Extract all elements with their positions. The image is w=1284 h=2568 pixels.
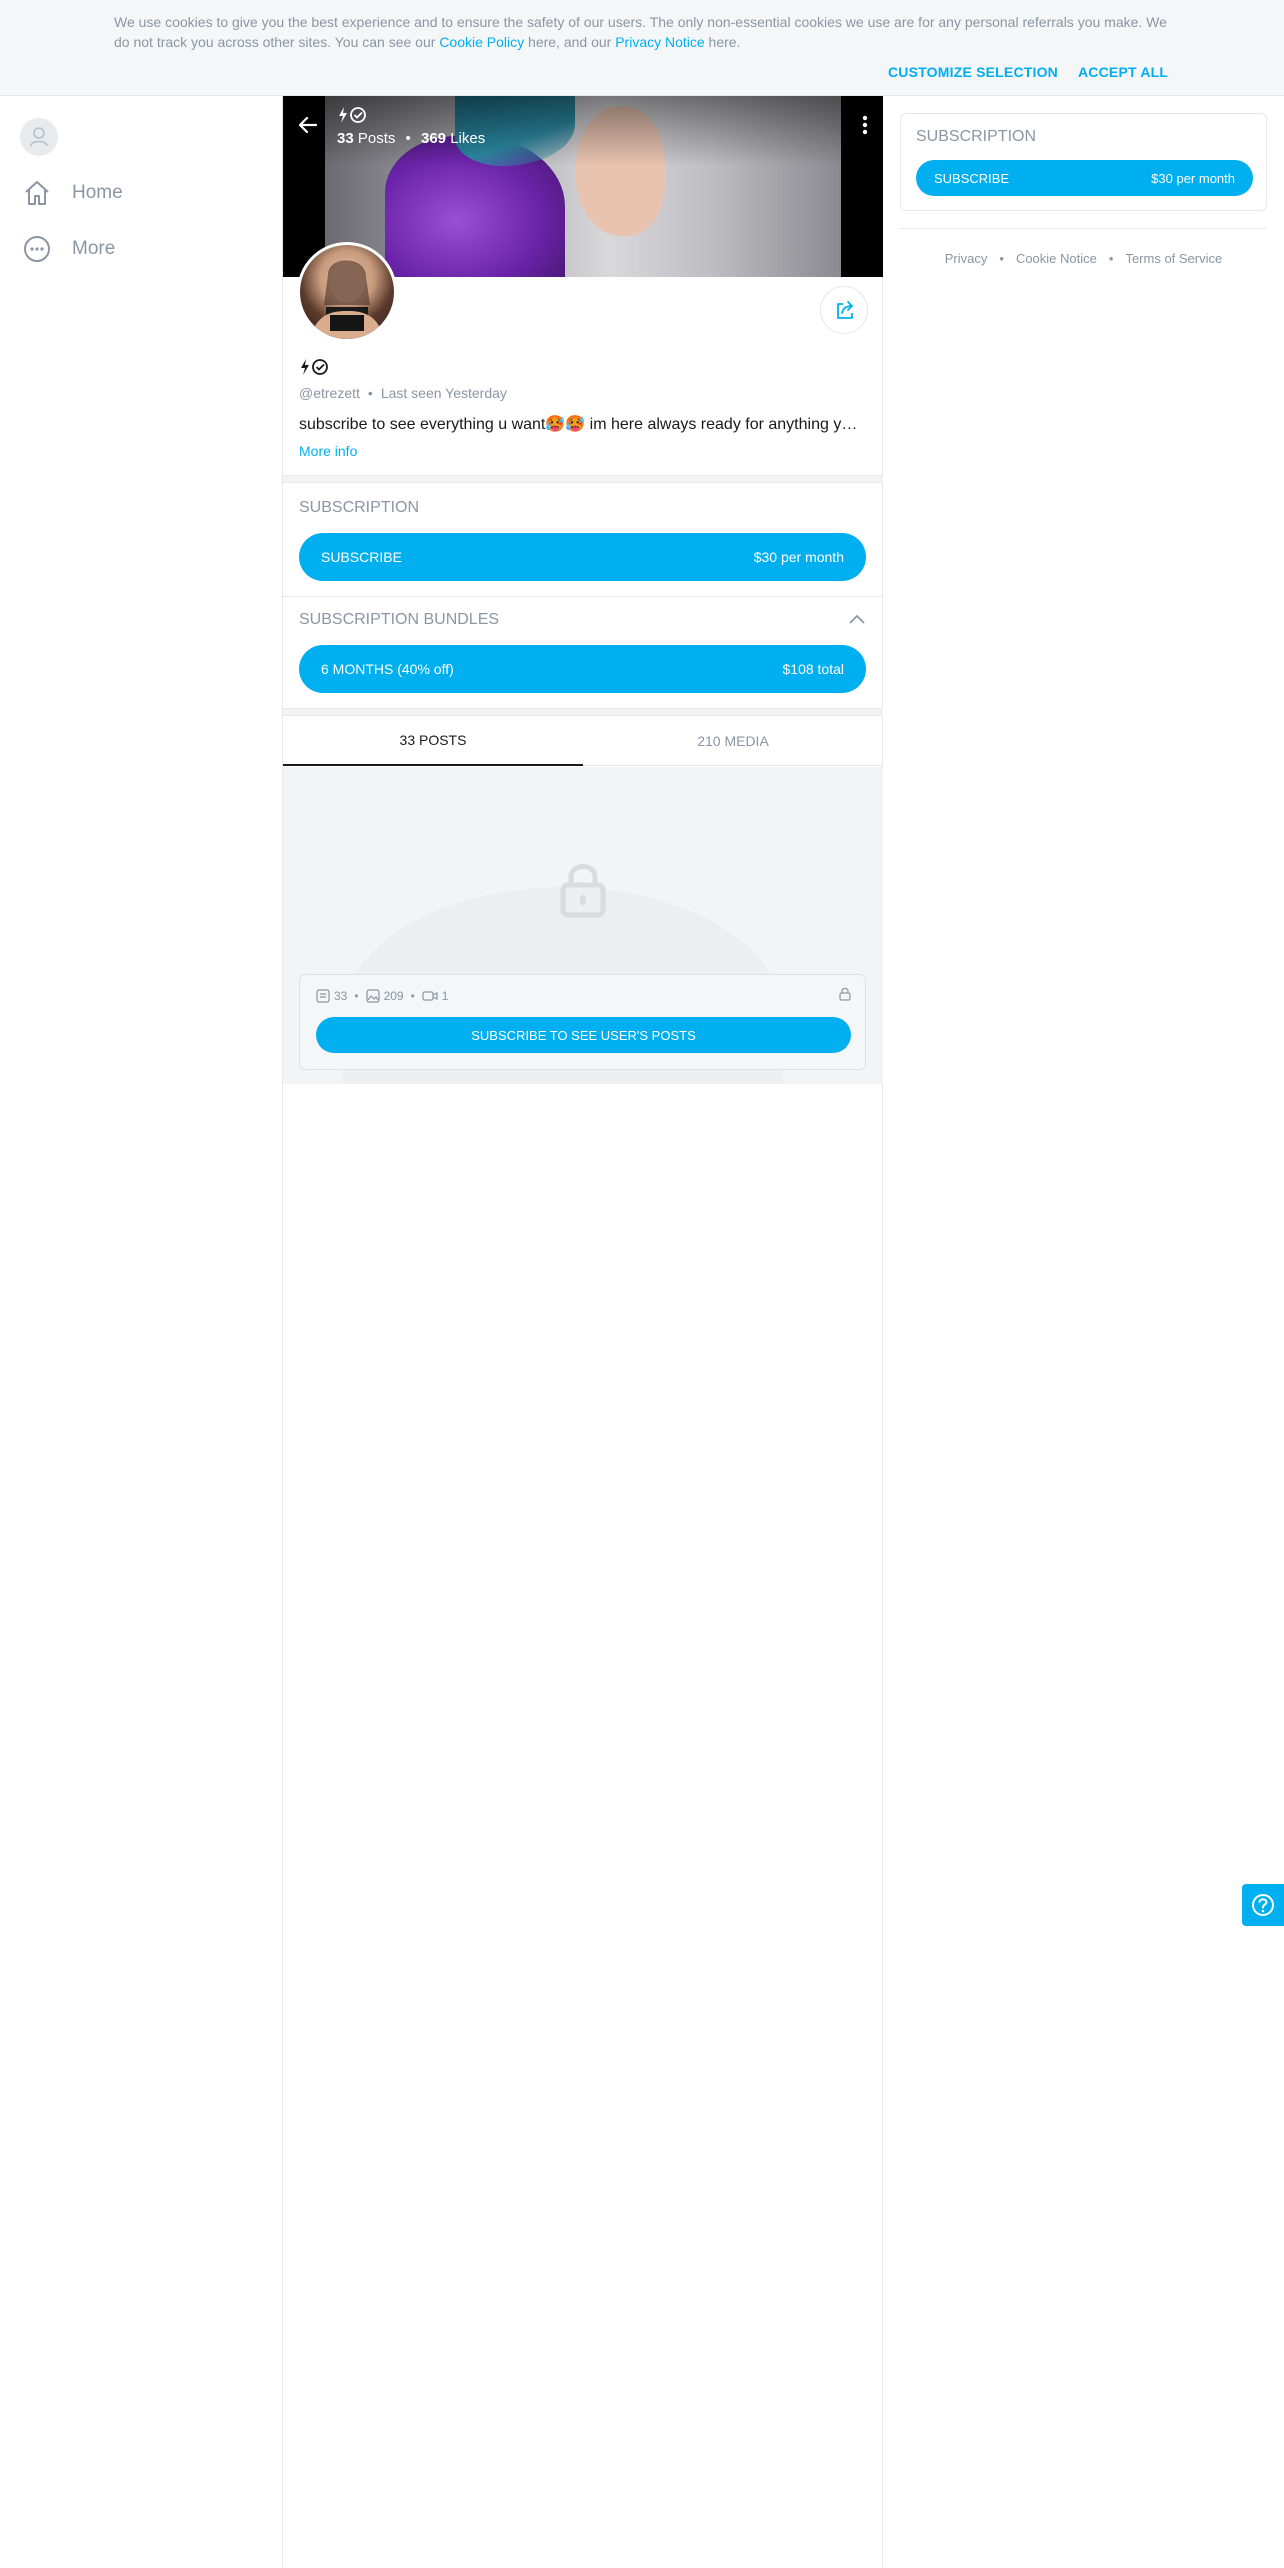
bundle-price: $108 total xyxy=(782,661,845,677)
more-options-button[interactable] xyxy=(861,114,869,141)
sidebar-divider xyxy=(900,228,1267,229)
locked-posts-card: 33 • 209 • 1 SUBSCRIBE TO SEE USER'S POS… xyxy=(299,974,866,1070)
more-info-link[interactable]: More info xyxy=(299,443,357,459)
footer-links: Privacy • Cookie Notice • Terms of Servi… xyxy=(900,251,1267,266)
more-circle-icon xyxy=(24,236,50,262)
avatar-photo xyxy=(310,259,384,339)
verified-badge-icon xyxy=(301,359,328,375)
home-icon xyxy=(25,181,49,205)
bundle-button[interactable]: 6 MONTHS (40% off) $108 total xyxy=(299,645,866,693)
sidebar-subscribe-label: SUBSCRIBE xyxy=(934,170,1010,186)
subscribe-price: $30 per month xyxy=(753,549,844,565)
images-count-label: 209 xyxy=(383,989,404,1003)
footer-separator: • xyxy=(1108,251,1114,266)
footer-link-privacy[interactable]: Privacy xyxy=(945,251,988,266)
profile-bio: subscribe to see everything u want🥵🥵 im … xyxy=(299,416,859,433)
bundle-label: 6 MONTHS (40% off) xyxy=(321,661,454,677)
sidebar-subscription-card: SUBSCRIPTION SUBSCRIBE $30 per month xyxy=(900,113,1267,211)
posts-label: Posts xyxy=(357,130,396,147)
posts-count: 33 xyxy=(337,130,354,147)
nav-item-label: Home xyxy=(72,182,123,203)
last-seen: Last seen Yesterday xyxy=(380,385,507,401)
image-icon xyxy=(365,989,380,1003)
media-counts: 33 • 209 • 1 xyxy=(316,989,448,1003)
bundles-title: SUBSCRIPTION BUNDLES xyxy=(299,611,500,628)
lock-icon xyxy=(559,859,607,924)
verified-badge-icon xyxy=(339,107,366,123)
subscribe-button[interactable]: SUBSCRIBE $30 per month xyxy=(299,533,866,581)
cookie-text-after: here. xyxy=(704,34,741,50)
count-separator: • xyxy=(410,989,415,1003)
username-handle: @etrezett xyxy=(299,385,360,401)
chevron-up-icon xyxy=(849,614,865,624)
user-icon xyxy=(30,127,48,147)
subscribe-to-see-posts-button[interactable]: SUBSCRIBE TO SEE USER'S POSTS xyxy=(316,1017,851,1053)
vertical-dots-icon xyxy=(862,115,868,135)
privacy-notice-link[interactable]: Privacy Notice xyxy=(615,34,704,50)
cookie-text-mid: here, and our xyxy=(524,34,616,50)
profile-avatar[interactable] xyxy=(297,242,397,342)
customize-selection-button[interactable]: CUSTOMIZE SELECTION xyxy=(888,64,1058,80)
handle-line: @etrezett • Last seen Yesterday xyxy=(299,385,507,401)
help-button[interactable] xyxy=(1242,1884,1284,1926)
video-icon xyxy=(422,991,438,1001)
sidebar-subscribe-price: $30 per month xyxy=(1151,170,1235,186)
handle-separator: • xyxy=(367,385,373,401)
nav-item-home[interactable]: Home xyxy=(22,178,123,208)
cookie-policy-link[interactable]: Cookie Policy xyxy=(439,34,524,50)
cookie-banner: We use cookies to give you the best expe… xyxy=(0,0,1284,96)
cover-badges xyxy=(337,106,369,129)
divider xyxy=(283,596,883,597)
stats-separator: • xyxy=(405,130,411,147)
locked-content: 33 • 209 • 1 SUBSCRIBE TO SEE USER'S POS… xyxy=(283,767,883,1084)
back-button[interactable] xyxy=(297,114,319,141)
tab-media[interactable]: 210 MEDIA xyxy=(583,716,883,766)
help-icon xyxy=(1252,1894,1274,1916)
sidebar-subscribe-button[interactable]: SUBSCRIBE $30 per month xyxy=(916,160,1253,196)
count-separator: • xyxy=(354,989,359,1003)
content-tabs: 33 POSTS 210 MEDIA xyxy=(283,716,883,766)
sidebar-subscription-title: SUBSCRIPTION xyxy=(916,128,1037,145)
footer-separator: • xyxy=(999,251,1004,266)
nav-item-label: More xyxy=(72,238,116,259)
tab-posts[interactable]: 33 POSTS xyxy=(283,716,583,766)
post-icon xyxy=(316,989,330,1003)
name-badges xyxy=(299,358,331,381)
accept-all-button[interactable]: ACCEPT ALL xyxy=(1078,64,1168,80)
subscription-title: SUBSCRIPTION xyxy=(299,499,420,516)
cover-stats: 33 Posts • 369 Likes xyxy=(337,130,485,147)
likes-count: 369 xyxy=(420,130,447,147)
posts-count-label: 33 xyxy=(334,989,348,1003)
main-column: 33 Posts • 369 Likes @etrezett • Last se… xyxy=(282,96,883,2568)
lock-small-icon xyxy=(839,987,851,1006)
cookie-text: We use cookies to give you the best expe… xyxy=(114,12,1174,52)
videos-count-label: 1 xyxy=(441,989,449,1003)
subscribe-label: SUBSCRIBE xyxy=(321,549,402,565)
arrow-left-icon xyxy=(298,116,318,134)
nav-item-more[interactable]: More xyxy=(22,234,115,264)
section-divider xyxy=(283,475,883,483)
share-button[interactable] xyxy=(820,286,868,334)
collapse-bundles-button[interactable] xyxy=(848,612,866,630)
footer-link-cookie-notice[interactable]: Cookie Notice xyxy=(1016,251,1097,266)
footer-link-terms[interactable]: Terms of Service xyxy=(1125,251,1222,266)
share-icon xyxy=(837,301,853,319)
section-divider xyxy=(283,708,883,716)
user-avatar[interactable] xyxy=(20,118,58,156)
likes-label: Likes xyxy=(450,130,486,147)
